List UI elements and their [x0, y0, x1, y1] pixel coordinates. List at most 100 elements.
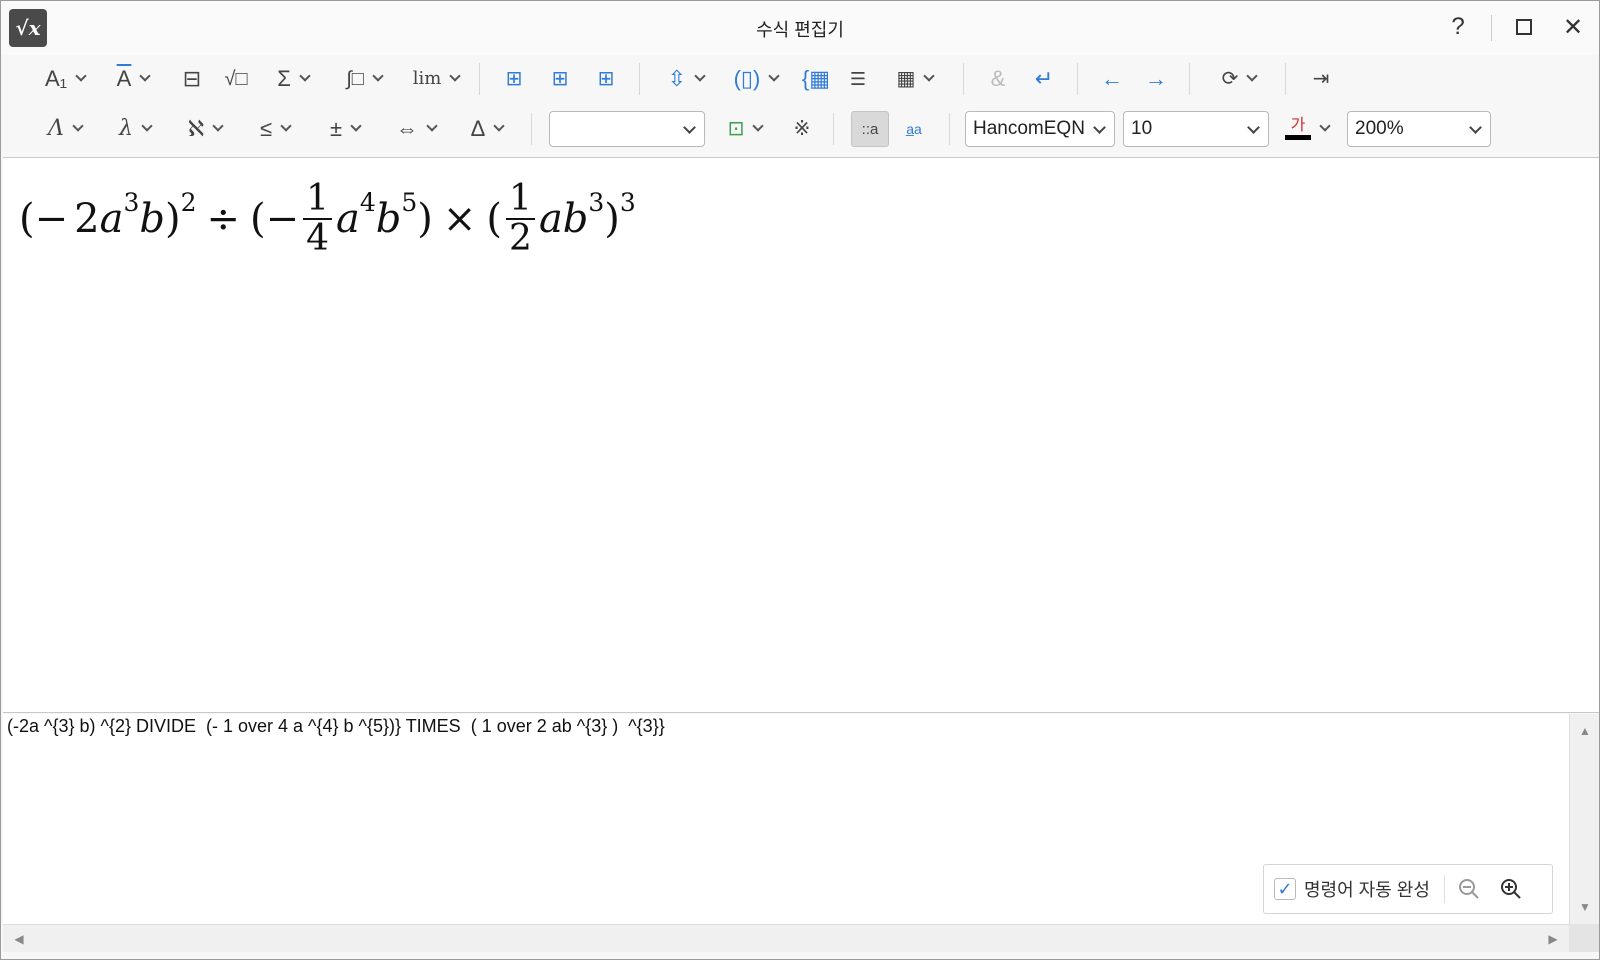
autocomplete-panel: ✓ 명령어 자동 완성	[1263, 864, 1553, 914]
text-color-button[interactable]: 가	[1279, 111, 1335, 147]
cases-button[interactable]: {▦	[799, 61, 833, 97]
convert-button[interactable]: ⟳	[1207, 61, 1271, 97]
greek-lower-button[interactable]: λ	[107, 111, 163, 147]
formula-preview[interactable]: (− 2 a 3 b ) 2 ÷ (− 1 4 a 4 b 5 ) × ( 1 …	[3, 157, 1599, 713]
fraction-denominator: 2	[506, 217, 535, 258]
inline-mode-icon: ::a	[861, 120, 879, 138]
forward-button[interactable]: →	[1139, 61, 1173, 97]
greek-upper-button[interactable]: Λ	[37, 111, 93, 147]
scroll-down-arrow-icon[interactable]: ▼	[1570, 892, 1599, 922]
formula-exp: 4	[359, 188, 376, 218]
toolbar-separator	[1189, 63, 1190, 95]
insert-object-button[interactable]: ⊡	[717, 111, 773, 147]
plusminus-button[interactable]: ±	[317, 111, 373, 147]
size-combo[interactable]: 10	[1123, 111, 1269, 147]
inline-mode-button[interactable]: ::a	[851, 111, 889, 147]
chevron-down-icon	[141, 120, 153, 132]
scroll-right-arrow-icon[interactable]: ▶	[1539, 925, 1567, 953]
formula-fraction: 1 2	[506, 180, 535, 258]
toolbar-separator	[833, 113, 834, 145]
size-combo-value: 10	[1131, 118, 1153, 139]
toolbar-separator	[479, 63, 480, 95]
zoom-in-button[interactable]	[1493, 871, 1529, 907]
pile-icon: ☰	[849, 69, 867, 89]
close-button[interactable]: ✕	[1553, 9, 1593, 45]
font-combo[interactable]: HancomEQN	[965, 111, 1115, 147]
pile-button[interactable]: ☰	[841, 61, 875, 97]
exit-icon: ⇥	[1312, 68, 1330, 90]
chevron-down-icon	[426, 120, 438, 132]
display-mode-button[interactable]: a̲a	[897, 111, 931, 147]
center-script-button[interactable]: ⊞	[543, 61, 577, 97]
fraction-button[interactable]: ⊟	[175, 61, 209, 97]
arrow-symbol-button[interactable]: ⇔	[387, 111, 445, 147]
formula-rparen: )	[417, 195, 433, 242]
style-combo[interactable]	[549, 111, 705, 147]
formula-var-b: b	[139, 195, 165, 242]
formula-var-b: b	[375, 195, 402, 242]
sum-button[interactable]: Σ	[265, 61, 321, 97]
delta-icon: Δ	[470, 116, 486, 141]
chevron-down-icon	[683, 121, 696, 134]
insert-object-icon: ⊡	[727, 118, 745, 140]
symbol-button[interactable]: ※	[785, 111, 819, 147]
scroll-up-arrow-icon[interactable]: ▲	[1570, 716, 1599, 746]
maximize-button[interactable]	[1504, 9, 1544, 45]
right-script-button[interactable]: ⊞	[589, 61, 623, 97]
chevron-down-icon	[923, 70, 936, 82]
chevron-down-icon	[1319, 120, 1331, 132]
vertical-scrollbar[interactable]: ▲ ▼	[1569, 714, 1599, 924]
chevron-down-icon	[72, 120, 84, 132]
fraction-icon: ⊟	[182, 66, 202, 91]
autocomplete-label: 명령어 자동 완성	[1304, 880, 1430, 900]
back-button[interactable]: ←	[1095, 61, 1129, 97]
arrow-right-icon: →	[1145, 66, 1167, 91]
misc-symbol-button[interactable]: Δ	[459, 111, 515, 147]
script-text[interactable]: (-2a ^{3} b) ^{2} DIVIDE (- 1 over 4 a ^…	[7, 716, 665, 737]
horizontal-scrollbar[interactable]: ◀ ▶	[3, 924, 1569, 952]
formula-divide: ÷	[206, 195, 240, 242]
bracket-button[interactable]: (▯)	[727, 61, 785, 97]
formula-lparen: (−	[249, 195, 300, 242]
chevron-down-icon	[1093, 121, 1106, 134]
sub-superscript-button[interactable]: A₁	[37, 61, 93, 97]
greek-upper-icon: Λ	[48, 116, 64, 141]
left-script-button[interactable]: ⊞	[497, 61, 531, 97]
root-button[interactable]: √□	[217, 61, 255, 97]
equation-editor-window: √x 수식 편집기 ? ✕ A₁ A ⊟ √□ Σ ∫□ lim ⊞ ⊞ ⊞ ⇳…	[0, 0, 1600, 960]
ampersand-icon: &	[990, 66, 1006, 91]
decoration-button[interactable]: A	[105, 61, 161, 97]
integral-icon: ∫□	[346, 68, 364, 90]
formula-var-ab: ab	[538, 195, 589, 242]
toolbar-separator	[949, 113, 950, 145]
chevron-down-icon	[372, 70, 384, 82]
chevron-down-icon	[694, 70, 706, 82]
toolbar-row-1: A₁ A ⊟ √□ Σ ∫□ lim ⊞ ⊞ ⊞ ⇳ (▯) {▦ ☰ ▦ & …	[1, 55, 1599, 103]
ampersand-button[interactable]: &	[981, 61, 1015, 97]
matrix-button[interactable]: ▦	[885, 61, 945, 97]
stretch-arrow-button[interactable]: ⇳	[657, 61, 715, 97]
formula-exp: 3	[123, 188, 140, 218]
hebrew-button[interactable]: ℵ	[177, 111, 233, 147]
new-line-button[interactable]: ↵	[1027, 61, 1061, 97]
formula-var-a: a	[99, 195, 124, 242]
window-title: 수식 편집기	[756, 20, 844, 40]
zoom-combo[interactable]: 200%	[1347, 111, 1491, 147]
chevron-down-icon	[768, 70, 781, 82]
limit-button[interactable]: lim	[405, 61, 467, 97]
plus-minus-icon: ±	[329, 116, 343, 141]
bracket-icon: (▯)	[733, 66, 761, 91]
scroll-left-arrow-icon[interactable]: ◀	[5, 925, 33, 953]
display-mode-icon: a̲a	[906, 121, 922, 137]
lambda-icon: λ	[119, 116, 133, 141]
toolbar-separator	[639, 63, 640, 95]
autocomplete-checkbox[interactable]: ✓	[1274, 878, 1296, 900]
formula-exp-outer: 2	[180, 188, 197, 218]
chevron-down-icon	[75, 70, 87, 82]
formula-rparen: )	[604, 195, 620, 242]
zoom-out-button[interactable]	[1451, 871, 1487, 907]
help-button[interactable]: ?	[1438, 9, 1478, 45]
insert-exit-button[interactable]: ⇥	[1303, 61, 1339, 97]
integral-button[interactable]: ∫□	[335, 61, 393, 97]
relation-button[interactable]: ≤	[247, 111, 303, 147]
